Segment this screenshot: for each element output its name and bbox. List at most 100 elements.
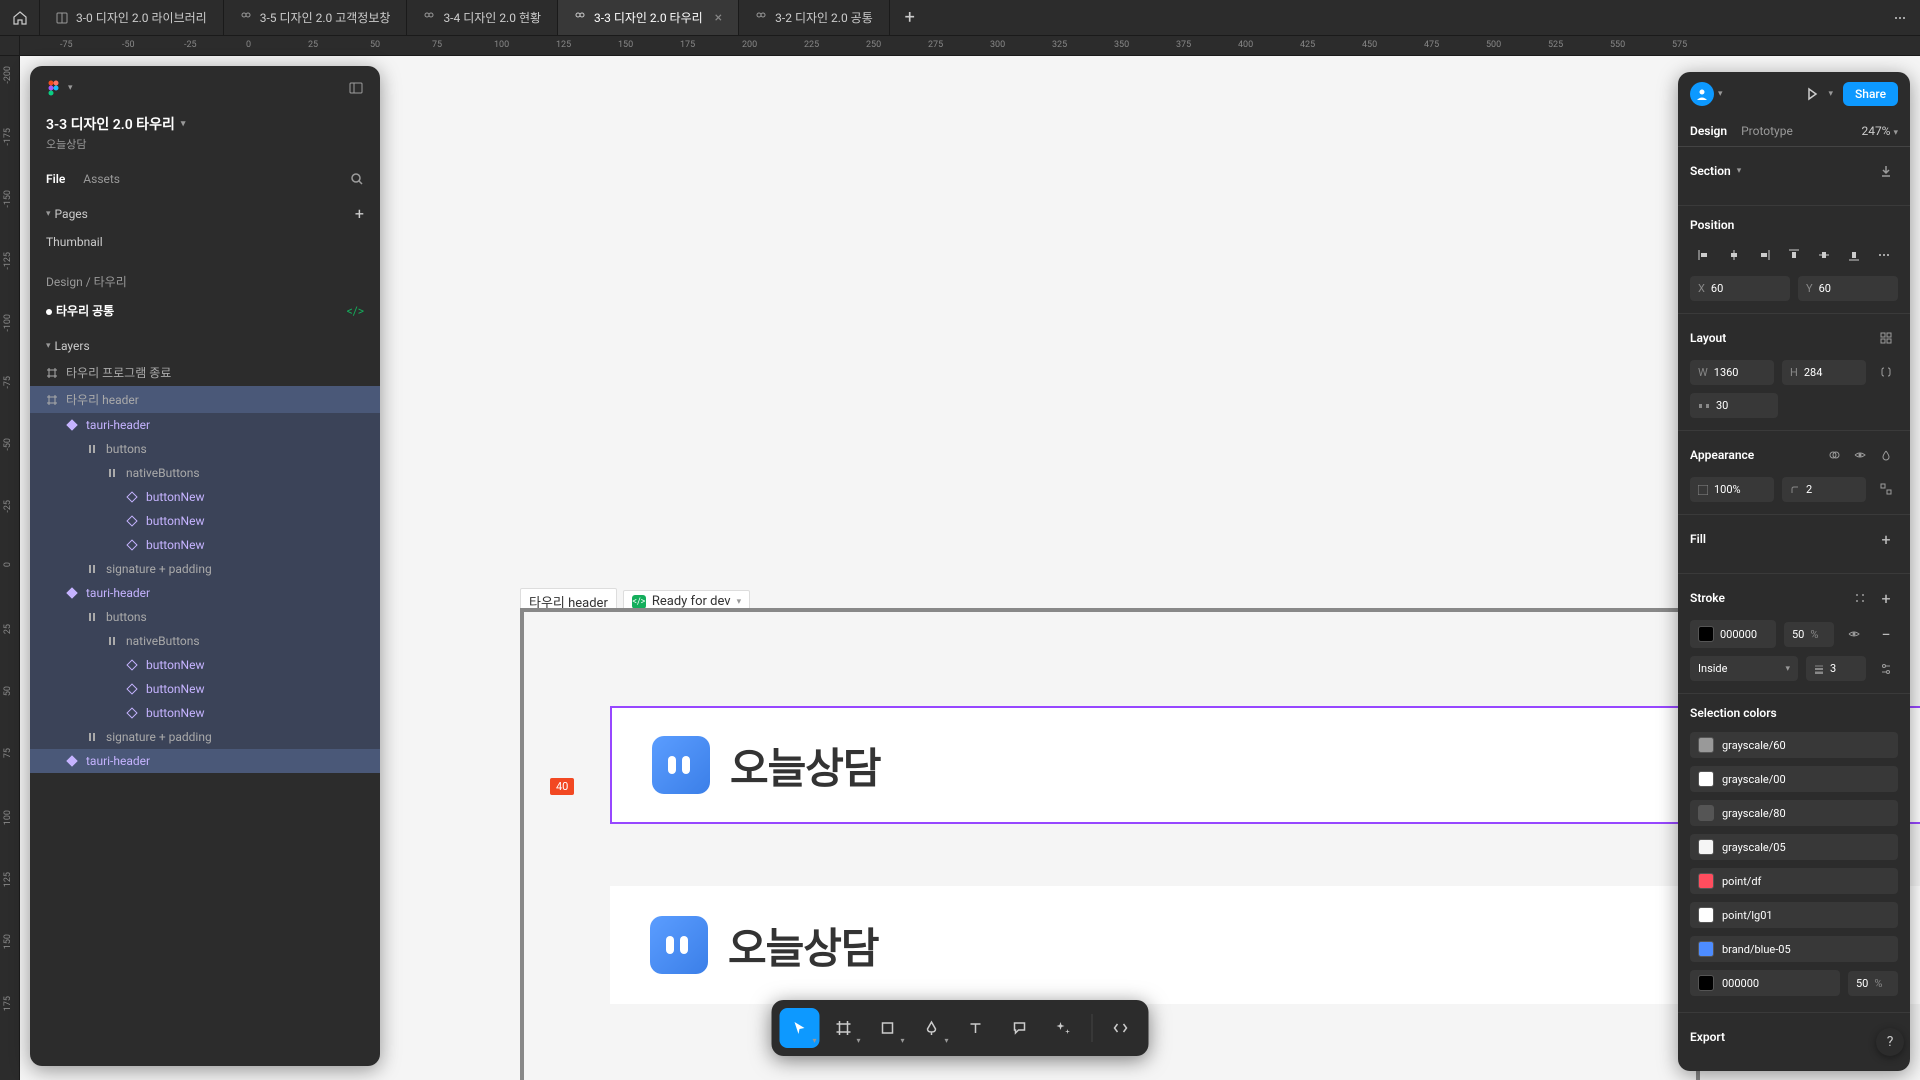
new-tab-button[interactable]: + [890,0,930,35]
figma-menu-button[interactable]: ▾ [46,80,73,96]
droplet-icon[interactable] [1874,443,1898,467]
layer-row[interactable]: buttonNew [30,701,380,725]
zoom-level[interactable]: 247% ▾ [1861,124,1898,138]
color-style-button[interactable]: point/df [1690,868,1898,894]
pen-icon [923,1019,941,1037]
color-style-button[interactable]: grayscale/60 [1690,732,1898,758]
layer-row[interactable]: nativeButtons [30,461,380,485]
width-input[interactable]: W1360 [1690,360,1774,385]
stroke-position-select[interactable]: Inside ▾ [1690,656,1798,681]
remove-stroke-button[interactable]: − [1874,622,1898,646]
layer-row[interactable]: signature + padding [30,557,380,581]
tab-assets[interactable]: Assets [83,164,120,194]
layer-row[interactable]: buttonNew [30,533,380,557]
align-top-button[interactable] [1780,242,1808,268]
shape-tool[interactable]: ▾ [868,1008,908,1048]
add-stroke-button[interactable]: + [1874,586,1898,610]
add-fill-button[interactable]: + [1874,527,1898,551]
align-right-button[interactable] [1750,242,1778,268]
stroke-opacity-input[interactable]: 50 % [1784,622,1834,647]
link-dimensions-button[interactable] [1874,360,1898,384]
avatar[interactable] [1690,82,1714,106]
layer-row[interactable]: buttons [30,605,380,629]
layer-row[interactable]: tauri-header [30,749,380,773]
align-hcenter-button[interactable] [1720,242,1748,268]
layer-row[interactable]: buttonNew [30,509,380,533]
actions-tool[interactable] [1044,1008,1084,1048]
radius-input[interactable]: 2 [1782,477,1866,502]
corner-radius-detail-button[interactable] [1874,477,1898,501]
color-hex-input[interactable]: 000000 [1690,970,1840,996]
layer-row[interactable]: buttonNew [30,653,380,677]
dev-mode-toggle[interactable] [1101,1008,1141,1048]
move-tool[interactable]: ▾ [780,1008,820,1048]
color-style-button[interactable]: grayscale/80 [1690,800,1898,826]
color-opacity-input[interactable]: 50 % [1848,971,1898,996]
tab-design[interactable]: Design [1690,116,1727,146]
more-align-button[interactable] [1870,242,1898,268]
chevron-down-icon[interactable]: ▾ [46,341,51,351]
present-button[interactable] [1805,87,1819,101]
page-current[interactable]: 타우리 공통 </> [30,296,380,325]
page-thumbnail[interactable]: Thumbnail [30,229,380,255]
tab-0[interactable]: 3-0 디자인 2.0 라이브러리 [40,0,224,35]
zoom-value: 247% [1861,124,1890,138]
style-icon[interactable] [1848,586,1872,610]
tab-prototype[interactable]: Prototype [1741,116,1793,146]
blend-icon[interactable] [1822,443,1846,467]
align-left-button[interactable] [1690,242,1718,268]
autolayout-icon[interactable] [1874,326,1898,350]
section-label: Section [1690,164,1731,178]
file-title[interactable]: 3-3 디자인 2.0 타우리 ▾ [30,110,380,136]
gap-input[interactable]: 30 [1690,393,1778,418]
layer-row[interactable]: 타우리 프로그램 종료 [30,359,380,386]
color-style-button[interactable]: grayscale/05 [1690,834,1898,860]
layer-row[interactable]: tauri-header [30,581,380,605]
frame-tool[interactable]: ▾ [824,1008,864,1048]
share-button[interactable]: Share [1843,82,1898,106]
overflow-menu-button[interactable] [1880,0,1920,35]
home-button[interactable] [0,0,40,35]
visibility-icon[interactable] [1842,622,1866,646]
x-input[interactable]: X60 [1690,276,1790,301]
align-vcenter-button[interactable] [1810,242,1838,268]
chevron-down-icon[interactable]: ▾ [46,209,51,219]
collapse-panel-button[interactable] [348,80,364,96]
chevron-down-icon[interactable]: ▾ [1829,89,1834,99]
layer-row[interactable]: buttons [30,437,380,461]
layer-row[interactable]: tauri-header [30,413,380,437]
chevron-down-icon[interactable]: ▾ [1737,166,1742,176]
visibility-icon[interactable] [1848,443,1872,467]
color-style-button[interactable]: point/lg01 [1690,902,1898,928]
y-input[interactable]: Y60 [1798,276,1898,301]
color-style-button[interactable]: brand/blue-05 [1690,936,1898,962]
layer-row[interactable]: buttonNew [30,485,380,509]
layer-row[interactable]: nativeButtons [30,629,380,653]
tab-1[interactable]: 3-5 디자인 2.0 고객정보창 [224,0,408,35]
help-button[interactable]: ? [1876,1028,1904,1056]
comment-tool[interactable] [1000,1008,1040,1048]
file-subtitle[interactable]: 오늘상담 [30,136,380,164]
pen-tool[interactable]: ▾ [912,1008,952,1048]
height-input[interactable]: H284 [1782,360,1866,385]
tab-3[interactable]: 3-3 디자인 2.0 타우리 × [558,0,739,35]
add-page-button[interactable]: + [355,204,364,223]
tab-file[interactable]: File [46,164,65,194]
stroke-settings-button[interactable] [1874,657,1898,681]
stroke-weight-input[interactable]: 3 [1806,656,1866,681]
chevron-down-icon[interactable]: ▾ [1718,89,1723,99]
close-icon[interactable]: × [715,10,722,26]
tab-4[interactable]: 3-2 디자인 2.0 공통 [739,0,890,35]
layer-row[interactable]: 타우리 header [30,386,380,413]
layer-row[interactable]: signature + padding [30,725,380,749]
download-icon[interactable] [1874,159,1898,183]
text-tool[interactable] [956,1008,996,1048]
color-style-button[interactable]: grayscale/00 [1690,766,1898,792]
search-button[interactable] [350,172,364,186]
stroke-color-input[interactable]: 000000 [1690,620,1776,648]
layer-label: 타우리 header [66,391,139,408]
layer-row[interactable]: buttonNew [30,677,380,701]
tab-2[interactable]: 3-4 디자인 2.0 현황 [407,0,558,35]
align-bottom-button[interactable] [1840,242,1868,268]
opacity-input[interactable]: 100% [1690,477,1774,502]
